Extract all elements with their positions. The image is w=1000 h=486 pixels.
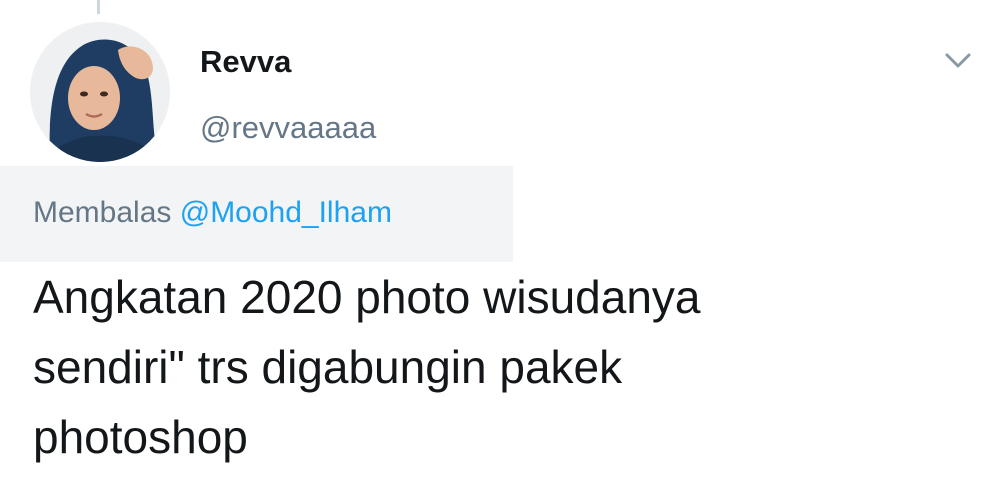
- tweet-text: Angkatan 2020 photo wisudanya sendiri" t…: [33, 271, 701, 463]
- reply-context: Membalas @Moohd_Ilham: [33, 196, 392, 230]
- thread-connector-line: [97, 0, 100, 14]
- avatar[interactable]: [30, 22, 170, 162]
- tweet-menu-button[interactable]: [940, 46, 976, 74]
- author-display-name[interactable]: Revva: [200, 44, 291, 80]
- reply-prefix: Membalas: [33, 196, 172, 229]
- author-handle[interactable]: @revvaaaaa: [200, 110, 376, 146]
- reply-mention-link[interactable]: @Moohd_Ilham: [180, 196, 392, 229]
- chevron-down-icon: [945, 53, 971, 68]
- profile-photo-icon: [30, 22, 170, 162]
